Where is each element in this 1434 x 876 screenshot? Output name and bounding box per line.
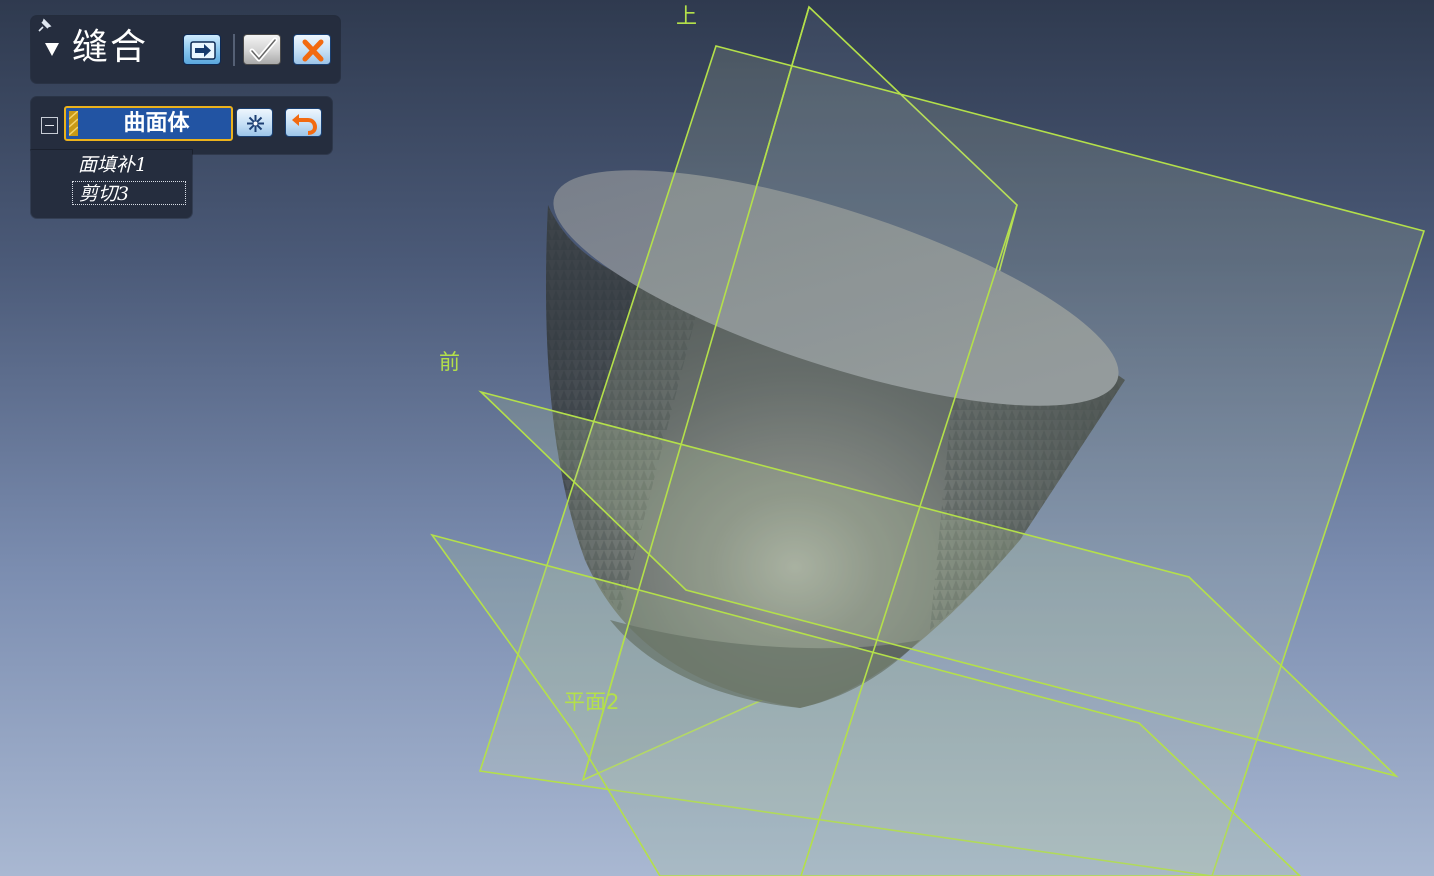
undo-button[interactable] (285, 108, 322, 137)
3d-viewport[interactable]: 上 前 平面2 缝合 曲面体 面填补1 剪切3 (0, 0, 1434, 876)
sparkle-icon (247, 115, 264, 132)
cancel-x-icon (302, 39, 324, 62)
collapse-triangle-icon[interactable] (45, 43, 59, 56)
surface-body-selector[interactable]: 曲面体 (64, 106, 233, 141)
selector-label: 曲面体 (123, 111, 190, 136)
cancel-button[interactable] (293, 34, 331, 65)
tree-collapse-icon[interactable] (41, 117, 58, 134)
selector-hatch-icon (69, 111, 78, 136)
next-button[interactable] (183, 34, 221, 65)
undo-arrow-icon (292, 114, 318, 135)
command-title: 缝合 (72, 27, 149, 68)
plane-label-top: 上 (676, 4, 697, 28)
next-arrow-icon (190, 41, 216, 60)
list-item[interactable]: 剪切3 (72, 181, 186, 205)
command-panel: 缝合 (31, 16, 340, 83)
options-button[interactable] (236, 108, 273, 137)
plane-label-front: 前 (439, 350, 460, 374)
accept-button[interactable] (243, 34, 281, 65)
plane-label-plane2: 平面2 (564, 690, 620, 714)
toolbar-separator (233, 34, 235, 66)
checkmark-icon (249, 37, 278, 62)
list-item[interactable]: 面填补1 (72, 153, 186, 177)
pin-icon[interactable] (36, 18, 52, 34)
selector-panel: 曲面体 (31, 97, 332, 154)
selection-list: 面填补1 剪切3 (31, 150, 192, 218)
